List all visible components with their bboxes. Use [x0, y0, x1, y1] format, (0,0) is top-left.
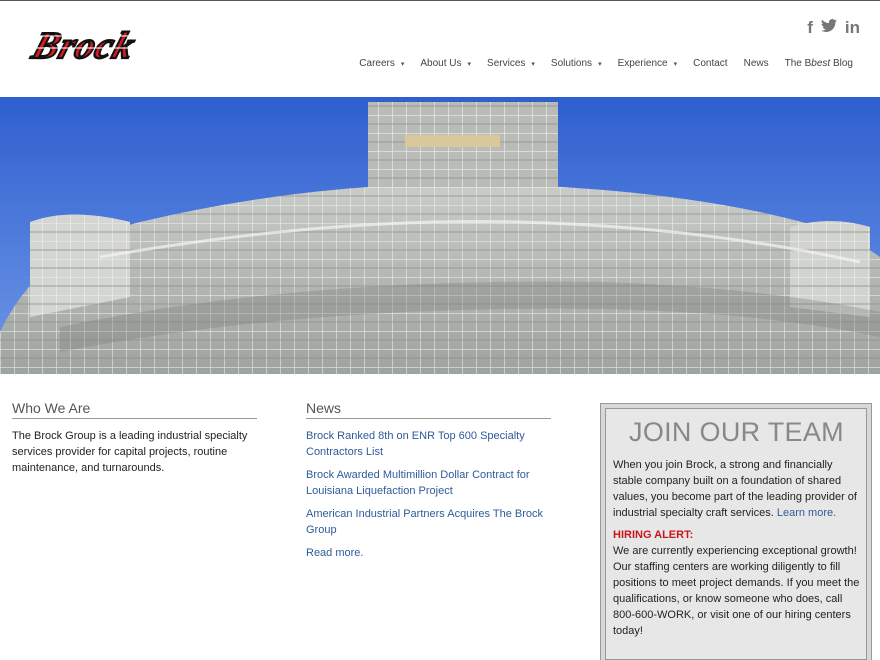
svg-text:Brock: Brock: [26, 25, 141, 64]
nav-news[interactable]: News: [744, 58, 769, 69]
learn-more-link[interactable]: Learn more.: [777, 507, 836, 519]
nav-solutions[interactable]: Solutions ▾: [551, 58, 602, 69]
news-link[interactable]: American Industrial Partners Acquires Th…: [306, 506, 551, 538]
linkedin-icon[interactable]: in: [845, 18, 860, 38]
chevron-down-icon: ▾: [400, 61, 405, 68]
twitter-icon[interactable]: [820, 18, 837, 38]
brock-logo[interactable]: Brock: [24, 22, 216, 64]
nav-blog[interactable]: The Bbest Blog: [785, 58, 853, 69]
hero-image: [0, 97, 880, 374]
hiring-alert-text: We are currently experiencing exceptiona…: [613, 545, 860, 637]
who-we-are-text: The Brock Group is a leading industrial …: [12, 430, 248, 474]
nav-careers[interactable]: Careers ▾: [359, 58, 404, 69]
join-our-team-panel: JOIN OUR TEAM When you join Brock, a str…: [600, 403, 872, 660]
read-more-link[interactable]: Read more.: [306, 545, 551, 561]
join-text: When you join Brock, a strong and financ…: [613, 459, 857, 519]
nav-services[interactable]: Services ▾: [487, 58, 535, 69]
news-link[interactable]: Brock Awarded Multimillion Dollar Contra…: [306, 467, 551, 499]
join-title: JOIN OUR TEAM: [629, 417, 844, 447]
hiring-alert-label: HIRING ALERT:: [613, 529, 694, 541]
chevron-down-icon: ▾: [673, 61, 678, 68]
news-section: News Brock Ranked 8th on ENR Top 600 Spe…: [306, 400, 551, 568]
top-border: [0, 0, 880, 1]
nav-experience[interactable]: Experience ▾: [618, 58, 678, 69]
section-title: News: [306, 400, 551, 419]
section-title: Who We Are: [12, 400, 257, 419]
chevron-down-icon: ▾: [598, 61, 602, 68]
main-nav: Careers ▾ About Us ▾ Services ▾ Solutions ▾ …: [343, 58, 853, 69]
nav-contact[interactable]: Contact: [693, 58, 727, 69]
facebook-icon[interactable]: f: [807, 18, 813, 38]
social-links: f in: [807, 18, 860, 38]
who-we-are-section: Who We Are The Brock Group is a leading …: [12, 400, 257, 476]
news-link[interactable]: Brock Ranked 8th on ENR Top 600 Specialt…: [306, 428, 551, 460]
chevron-down-icon: ▾: [531, 61, 535, 68]
chevron-down-icon: ▾: [467, 61, 472, 68]
nav-about-us[interactable]: About Us ▾: [420, 58, 471, 69]
